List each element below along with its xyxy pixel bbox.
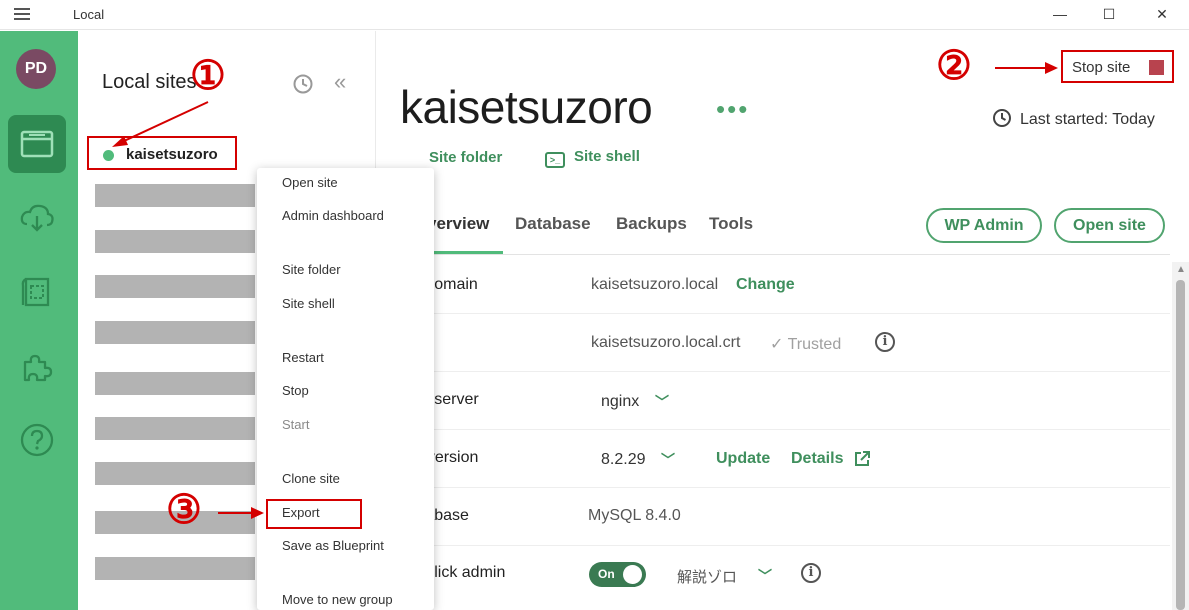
clock-icon[interactable] — [292, 73, 314, 100]
ssl-trusted-status: ✓ Trusted — [770, 336, 842, 353]
site-folder-link[interactable]: Site folder — [429, 149, 502, 166]
site-item-redacted[interactable] — [95, 184, 255, 207]
row-divider — [400, 313, 1170, 314]
site-item-redacted[interactable] — [95, 275, 255, 298]
menu-item-start: Start — [282, 417, 310, 432]
update-php-link[interactable]: Update — [716, 450, 770, 468]
window-title: Local — [73, 7, 105, 22]
terminal-icon: >_ — [545, 152, 565, 168]
site-item-redacted[interactable] — [95, 557, 255, 580]
domain-value: kaisetsuzoro.local — [591, 276, 719, 293]
menu-item-site-shell[interactable]: Site shell — [282, 296, 335, 311]
external-link-icon[interactable] — [853, 450, 871, 473]
site-title: kaisetsuzoro — [400, 81, 653, 133]
last-started: Last started: Today — [992, 108, 1155, 129]
scrollbar-thumb[interactable] — [1176, 280, 1185, 610]
wp-admin-button[interactable]: WP Admin — [926, 208, 1042, 243]
chevron-down-icon[interactable]: ﹀ — [661, 450, 675, 470]
sites-icon[interactable] — [8, 115, 66, 173]
maximize-button[interactable]: ☐ — [1098, 4, 1120, 24]
one-click-admin-toggle[interactable]: On — [589, 562, 646, 587]
database-value: MySQL 8.4.0 — [588, 507, 681, 524]
change-domain-link[interactable]: Change — [736, 276, 795, 294]
annotation-step-1: ① — [190, 52, 226, 99]
chevron-down-icon[interactable]: ﹀ — [655, 392, 669, 412]
annotation-step-2: ② — [936, 42, 972, 89]
site-item-selected[interactable]: kaisetsuzoro — [87, 136, 237, 170]
avatar[interactable]: PD — [16, 49, 56, 89]
running-status-icon — [103, 150, 114, 161]
minimize-button[interactable]: — — [1049, 4, 1071, 24]
nav-rail: PD — [0, 31, 78, 610]
tab-overview[interactable]: verview — [427, 214, 489, 234]
site-item-redacted[interactable] — [95, 230, 255, 253]
addons-icon[interactable] — [8, 337, 66, 395]
menu-item-stop[interactable]: Stop — [282, 383, 309, 398]
menu-item-open-site[interactable]: Open site — [282, 175, 338, 190]
site-context-menu: Open site Admin dashboard Site folder Si… — [257, 168, 434, 610]
clock-icon — [993, 109, 1011, 127]
arrowhead-icon — [1045, 62, 1058, 74]
export-highlight — [266, 499, 362, 529]
sidebar-title: Local sites — [102, 71, 197, 93]
last-started-label: Last started: Today — [1020, 111, 1155, 128]
site-shell-label: Site shell — [574, 148, 640, 165]
row-divider — [400, 545, 1170, 546]
more-options-icon[interactable]: ••• — [716, 94, 749, 125]
info-icon[interactable]: i — [801, 563, 821, 583]
tab-database[interactable]: Database — [515, 214, 591, 234]
help-icon[interactable] — [8, 411, 66, 469]
chevron-down-icon[interactable]: ﹀ — [758, 566, 772, 586]
site-item-redacted[interactable] — [95, 462, 255, 485]
collapse-sidebar-icon[interactable]: « — [334, 69, 346, 95]
site-item-redacted[interactable] — [95, 372, 255, 395]
annotation-step-3: ③ — [166, 486, 202, 533]
hamburger-menu-icon[interactable] — [14, 8, 30, 20]
web-server-select[interactable]: nginx — [601, 393, 639, 411]
cloud-icon[interactable] — [8, 189, 66, 247]
site-item-redacted[interactable] — [95, 321, 255, 344]
close-button[interactable]: ✕ — [1151, 4, 1173, 24]
menu-item-clone-site[interactable]: Clone site — [282, 471, 340, 486]
toggle-knob — [623, 565, 642, 584]
admin-user-select[interactable]: 解説ゾロ — [677, 566, 737, 587]
scrollbar[interactable]: ▲ — [1172, 262, 1189, 610]
php-version-select[interactable]: 8.2.29 — [601, 451, 645, 469]
row-divider — [400, 487, 1170, 488]
row-divider — [400, 371, 1170, 372]
open-site-button[interactable]: Open site — [1054, 208, 1165, 243]
site-shell-link[interactable]: >_ Site shell — [545, 148, 640, 168]
blueprint-icon[interactable] — [8, 263, 66, 321]
menu-item-site-folder[interactable]: Site folder — [282, 262, 341, 277]
ssl-value: kaisetsuzoro.local.crt — [591, 334, 741, 351]
tab-tools[interactable]: Tools — [709, 214, 753, 234]
site-item-redacted[interactable] — [95, 417, 255, 440]
menu-item-move-to-new-group[interactable]: Move to new group — [282, 592, 393, 607]
stop-site-button[interactable]: Stop site — [1061, 50, 1174, 83]
tab-divider — [400, 254, 1170, 255]
title-bar: Local — ☐ ✕ — [0, 0, 1189, 30]
scroll-up-icon[interactable]: ▲ — [1176, 264, 1186, 275]
info-icon[interactable]: i — [875, 332, 895, 352]
menu-item-save-as-blueprint[interactable]: Save as Blueprint — [282, 538, 384, 553]
php-details-link[interactable]: Details — [791, 450, 843, 468]
menu-item-restart[interactable]: Restart — [282, 350, 324, 365]
stop-site-label: Stop site — [1072, 59, 1131, 76]
stop-square-icon — [1149, 60, 1164, 75]
menu-item-admin-dashboard[interactable]: Admin dashboard — [282, 208, 384, 223]
toggle-label: On — [598, 567, 615, 581]
site-item-label: kaisetsuzoro — [126, 146, 218, 163]
tab-backups[interactable]: Backups — [616, 214, 687, 234]
row-divider — [400, 429, 1170, 430]
